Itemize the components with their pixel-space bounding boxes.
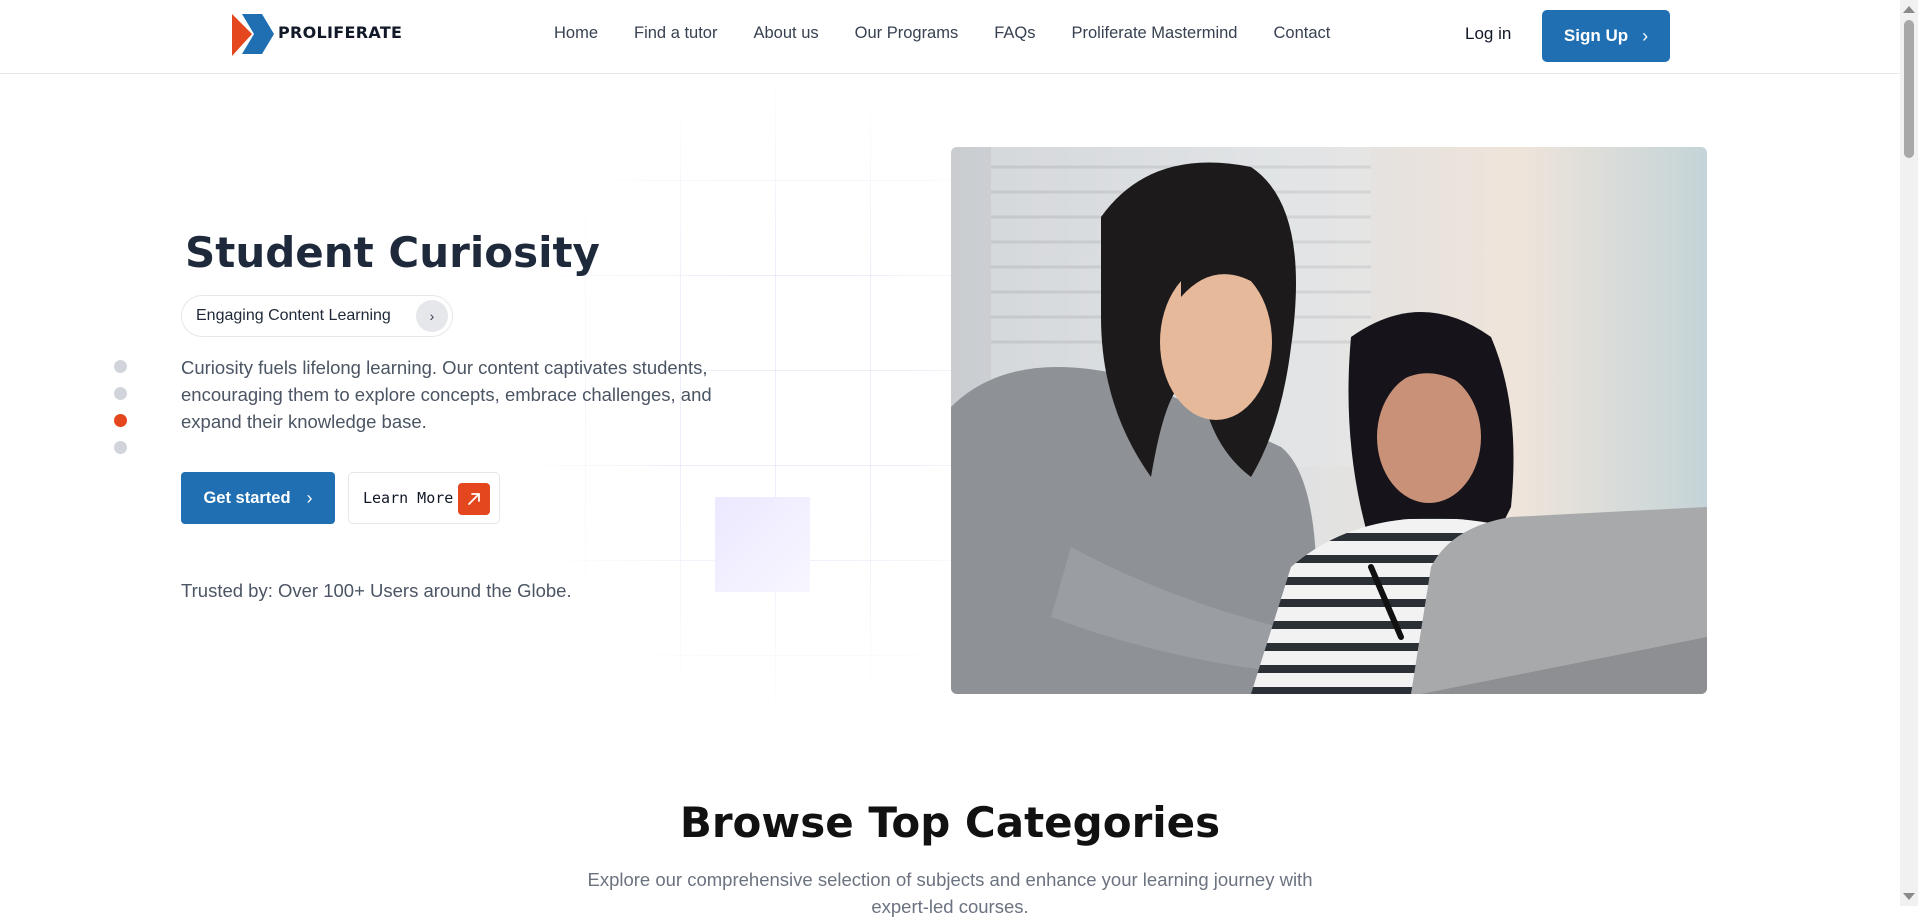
- slide-dot-1[interactable]: [114, 360, 127, 373]
- brand-logo[interactable]: PROLIFERATE: [230, 12, 402, 56]
- slide-dot-2[interactable]: [114, 387, 127, 400]
- nav-contact[interactable]: Contact: [1273, 24, 1330, 43]
- scroll-down-icon[interactable]: [1903, 893, 1915, 900]
- nav-find-a-tutor[interactable]: Find a tutor: [634, 24, 717, 43]
- hero-pill-label: Engaging Content Learning: [196, 307, 391, 324]
- slide-dot-3-active[interactable]: [114, 414, 127, 427]
- chevron-right-icon: ›: [306, 487, 313, 508]
- learn-more-button[interactable]: Learn More: [348, 472, 500, 524]
- hero-description: Curiosity fuels lifelong learning. Our c…: [181, 357, 712, 432]
- chevron-right-icon: ›: [1642, 25, 1649, 46]
- nav-home[interactable]: Home: [554, 24, 598, 43]
- nav-faqs[interactable]: FAQs: [994, 24, 1035, 43]
- nav-proliferate-mastermind[interactable]: Proliferate Mastermind: [1072, 24, 1238, 43]
- scrollbar-thumb[interactable]: [1904, 20, 1914, 158]
- nav-about-us[interactable]: About us: [753, 24, 818, 43]
- site-header: PROLIFERATE Home Find a tutor About us O…: [0, 0, 1900, 74]
- get-started-label: Get started: [203, 488, 291, 507]
- arrow-up-right-icon: [458, 483, 490, 515]
- categories-title: Browse Top Categories: [679, 798, 1221, 847]
- main-nav: Home Find a tutor About us Our Programs …: [554, 24, 1366, 43]
- grid-highlight-cell: [715, 497, 810, 592]
- brand-name: PROLIFERATE: [278, 22, 403, 42]
- hero-photo: [951, 147, 1707, 694]
- page-scrollbar[interactable]: [1900, 0, 1918, 906]
- hero-title: Student Curiosity: [185, 228, 600, 277]
- slide-indicators: [114, 360, 127, 468]
- signup-label: Sign Up: [1563, 26, 1629, 45]
- hero-pill[interactable]: Engaging Content Learning ›: [181, 295, 453, 337]
- signup-button[interactable]: Sign Up ›: [1542, 10, 1670, 62]
- scroll-up-icon[interactable]: [1903, 6, 1915, 13]
- get-started-button[interactable]: Get started ›: [181, 472, 335, 524]
- chevron-right-icon: ›: [416, 300, 448, 332]
- login-link[interactable]: Log in: [1465, 24, 1511, 44]
- nav-our-programs[interactable]: Our Programs: [855, 24, 959, 43]
- learn-more-label: Learn More: [363, 489, 454, 507]
- categories-description: Explore our comprehensive selection of s…: [587, 869, 1313, 917]
- trusted-by-text: Trusted by: Over 100+ Users around the G…: [181, 580, 572, 601]
- slide-dot-4[interactable]: [114, 441, 127, 454]
- proliferate-logo-icon: [232, 14, 274, 56]
